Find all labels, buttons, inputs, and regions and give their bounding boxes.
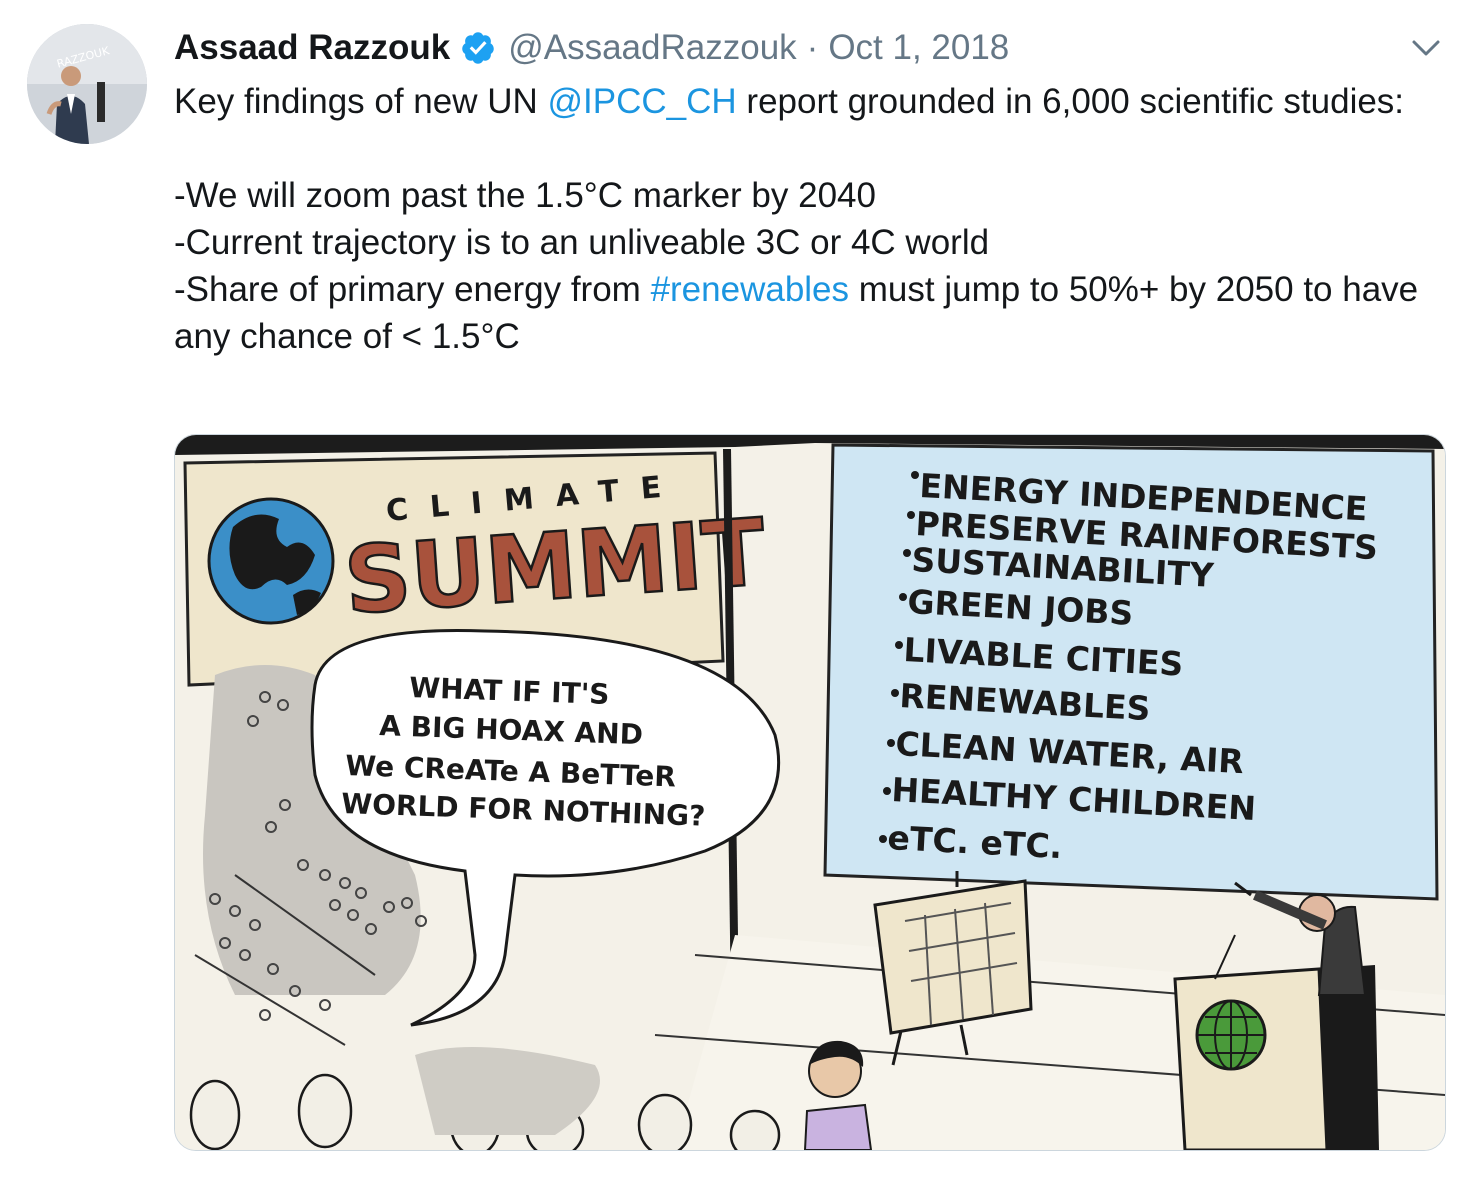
mention-link[interactable]: @IPCC_CH [548,82,737,121]
presentation-board: ENERGY INDEPENDENCE PRESERVE RAINFORESTS… [823,443,1439,901]
bullet-3: -Share of primary energy from #renewable… [174,266,1444,360]
bullet-2: -Current trajectory is to an unliveable … [174,223,990,262]
tweet-intro: Key findings of new UN @IPCC_CH report g… [174,78,1444,125]
meta-separator: · [806,28,819,67]
tweet-media-image[interactable]: CLIMATE SUMMIT ENERGY INDEPENDENCE PRESE… [174,434,1446,1151]
bullet-3-text: -Share of primary energy from [174,270,651,309]
timestamp[interactable]: Oct 1, 2018 [828,28,1009,68]
intro-text-end: report grounded in 6,000 scientific stud… [736,82,1405,121]
chevron-down-icon[interactable] [1408,32,1444,64]
bullet-1: -We will zoom past the 1.5°C marker by 2… [174,176,876,215]
globe-icon [1195,999,1267,1071]
avatar[interactable]: RAZZOUK [27,24,147,144]
verified-badge-icon [460,30,496,66]
intro-text: Key findings of new UN [174,82,548,121]
speech-line: WHAT IF IT'S [409,671,610,711]
hashtag-link[interactable]: #renewables [651,270,849,309]
tweet-header: Assaad Razzouk @AssaadRazzouk · Oct 1, 2… [174,26,1009,70]
handle[interactable]: @AssaadRazzouk [508,28,796,68]
display-name[interactable]: Assaad Razzouk [174,28,450,68]
globe-icon [207,497,335,625]
tweet-text: Key findings of new UN @IPCC_CH report g… [174,78,1444,360]
